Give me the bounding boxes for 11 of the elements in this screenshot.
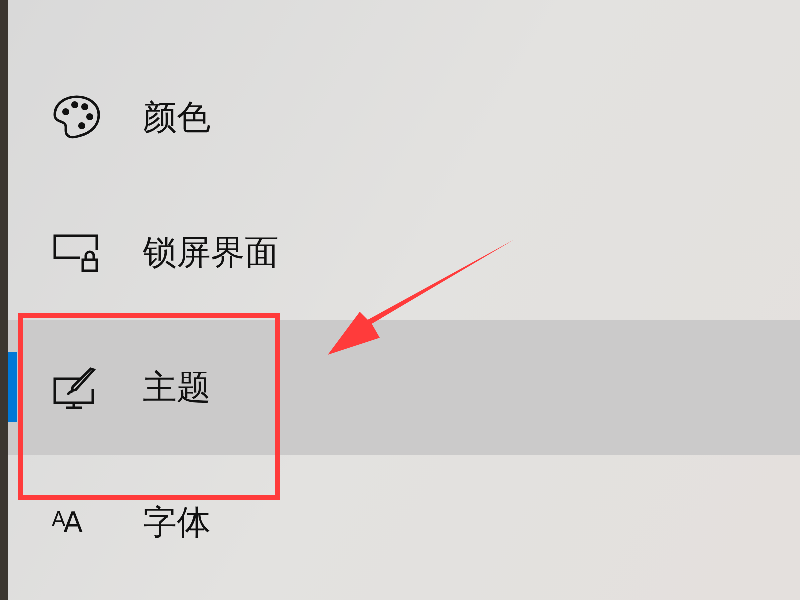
lock-screen-icon (52, 232, 100, 272)
nav-item[interactable]: 颜色 (8, 50, 800, 185)
palette-icon (52, 94, 102, 142)
monitor-brush-icon (52, 366, 98, 408)
nav-label: 字体 (143, 506, 211, 540)
nav-item[interactable]: 主题 (8, 320, 800, 455)
selection-indicator (8, 352, 17, 422)
nav-item[interactable]: 锁屏界面 (8, 185, 800, 320)
nav-label: 主题 (143, 370, 211, 404)
nav-label: 锁屏界面 (143, 236, 279, 270)
nav-label: 颜色 (143, 100, 211, 134)
